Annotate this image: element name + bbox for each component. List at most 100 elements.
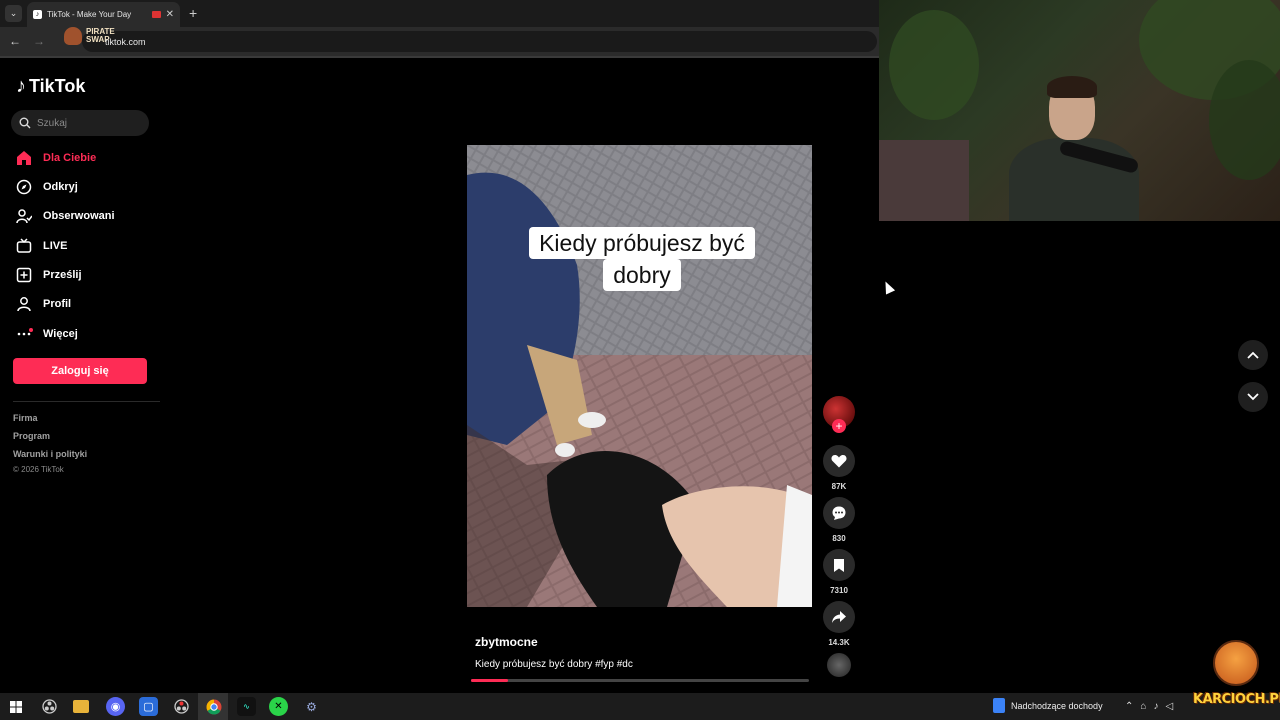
screen: ⌄ ♪ TikTok - Make Your Day ✕ + ← → PIRAT… xyxy=(0,0,1280,720)
home-icon xyxy=(16,150,32,166)
browser-tab[interactable]: ♪ TikTok - Make Your Day ✕ xyxy=(27,2,180,27)
live-icon xyxy=(16,238,32,254)
document-icon xyxy=(993,698,1005,713)
scroll-up-button[interactable] xyxy=(1238,340,1268,370)
follow-plus-icon[interactable]: + xyxy=(832,419,846,433)
streamer-hair xyxy=(1047,76,1097,98)
sidebar-item-label: Dla Ciebie xyxy=(43,152,97,164)
video-description: Kiedy próbujesz być dobry #fyp #dc xyxy=(475,659,633,670)
file-explorer-icon[interactable] xyxy=(73,700,89,713)
sidebar-item-more[interactable]: Więcej xyxy=(16,324,78,344)
taskbar-notification[interactable]: Nadchodzące dochody xyxy=(993,698,1103,713)
pirate-hat-icon xyxy=(64,27,82,45)
tiktok-note-icon: ♪ xyxy=(16,75,26,97)
sidebar-item-label: Odkryj xyxy=(43,181,78,193)
sidebar-item-profile[interactable]: Profil xyxy=(16,294,71,314)
music-disc-icon[interactable] xyxy=(827,653,851,677)
recording-icon xyxy=(151,11,161,18)
comment-icon xyxy=(832,506,846,520)
brand-text: KARCIOCH.PL xyxy=(1193,692,1280,707)
search-input[interactable] xyxy=(37,117,137,129)
mascot-face xyxy=(1213,640,1259,686)
browser-tabbar: ⌄ ♪ TikTok - Make Your Day ✕ + xyxy=(0,0,879,27)
url-text[interactable]: tiktok.com xyxy=(105,37,146,47)
share-icon xyxy=(832,611,846,623)
steam-icon[interactable]: ⚙ xyxy=(302,697,321,716)
system-tray: ⌃ ⌂ ♪ ◁ xyxy=(1125,701,1173,712)
new-tab-button[interactable]: + xyxy=(189,5,197,21)
chrome-icon[interactable] xyxy=(204,697,223,716)
chevron-up-icon xyxy=(1247,351,1259,359)
calendar-app-icon[interactable]: ▢ xyxy=(139,697,158,716)
audio-app-icon[interactable]: ∿ xyxy=(237,697,256,716)
tiktok-logo[interactable]: ♪ TikTok xyxy=(16,75,85,98)
notification-dot xyxy=(29,328,33,332)
sidebar-item-label: Profil xyxy=(43,298,72,310)
bookmark-button[interactable] xyxy=(823,549,855,581)
more-icon xyxy=(16,326,33,342)
sidebar-divider xyxy=(13,401,160,402)
omnibox[interactable] xyxy=(82,31,877,52)
scroll-down-button[interactable] xyxy=(1238,382,1268,412)
video-frame xyxy=(467,145,812,607)
comment-count: 830 xyxy=(832,534,846,543)
chrome-divider xyxy=(0,56,879,58)
microphone-icon[interactable]: ♪ xyxy=(1153,701,1158,712)
copyright-text: © 2026 TikTok xyxy=(13,465,64,474)
sidebar-item-live[interactable]: LIVE xyxy=(16,236,67,256)
forward-arrow-icon[interactable]: → xyxy=(33,34,45,48)
windows-start-icon[interactable] xyxy=(6,697,25,716)
sidebar-item-upload[interactable]: Prześlij xyxy=(16,265,82,285)
tab-close-button[interactable]: ✕ xyxy=(166,9,174,20)
video-progress-fill xyxy=(471,679,509,682)
notification-text: Nadchodzące dochody xyxy=(1011,700,1103,711)
obs-icon[interactable] xyxy=(40,697,59,716)
volume-icon[interactable]: ◁ xyxy=(1165,701,1173,712)
tab-title: TikTok - Make Your Day xyxy=(47,10,132,19)
compass-icon xyxy=(16,179,32,195)
heart-icon xyxy=(831,455,847,468)
profile-icon xyxy=(16,296,32,312)
footer-link-program[interactable]: Program xyxy=(13,431,50,441)
caption-text: Kiedy próbujesz być dobry xyxy=(529,227,755,291)
sidebar-item-following[interactable]: Obserwowani xyxy=(16,206,115,226)
sidebar-item-label: Obserwowani xyxy=(43,210,115,222)
plant-shape xyxy=(1209,60,1280,180)
following-icon xyxy=(16,208,32,224)
mouse-cursor-icon xyxy=(880,279,896,295)
like-button[interactable] xyxy=(823,445,855,477)
discord-icon[interactable]: ◉ xyxy=(106,697,125,716)
video-player[interactable]: Kiedy próbujesz być dobry xyxy=(467,145,812,607)
video-progress-bar[interactable] xyxy=(471,679,809,682)
video-author[interactable]: zbytmocne xyxy=(475,635,538,649)
footer-link-terms[interactable]: Warunki i polityki xyxy=(13,449,87,459)
footer-link-company[interactable]: Firma xyxy=(13,413,38,423)
sidebar-item-for-you[interactable]: Dla Ciebie xyxy=(16,148,96,168)
search-icon xyxy=(19,117,31,129)
chevron-down-icon xyxy=(1247,393,1259,401)
obs-studio-icon[interactable] xyxy=(172,697,191,716)
sidebar-item-label: LIVE xyxy=(43,240,68,252)
chevron-up-tray-icon[interactable]: ⌃ xyxy=(1125,701,1133,712)
share-count: 14.3K xyxy=(828,638,850,647)
share-button[interactable] xyxy=(823,601,855,633)
video-caption-overlay: Kiedy próbujesz być dobry xyxy=(517,227,767,291)
comment-button[interactable] xyxy=(823,497,855,529)
shelf-items xyxy=(879,140,969,221)
search-box[interactable] xyxy=(11,110,149,136)
webcam-overlay xyxy=(879,0,1280,221)
bookmark-count: 7310 xyxy=(830,586,848,595)
plant-shape xyxy=(889,10,979,120)
back-arrow-icon[interactable]: ← xyxy=(9,34,21,48)
login-button[interactable]: Zaloguj się xyxy=(13,358,147,384)
karcioch-logo: KARCIOCH.PL xyxy=(1193,640,1280,718)
tiktok-favicon-icon: ♪ xyxy=(33,10,42,19)
logo-text: TikTok xyxy=(29,76,86,96)
bookmark-icon xyxy=(834,558,844,572)
sidebar-item-label: Więcej xyxy=(43,328,78,340)
sidebar-item-explore[interactable]: Odkryj xyxy=(16,177,78,197)
network-icon[interactable]: ⌂ xyxy=(1140,701,1146,712)
tab-search-button[interactable]: ⌄ xyxy=(5,5,22,22)
sidebar-item-label: Prześlij xyxy=(43,269,82,281)
xbox-icon[interactable]: ✕ xyxy=(269,697,288,716)
